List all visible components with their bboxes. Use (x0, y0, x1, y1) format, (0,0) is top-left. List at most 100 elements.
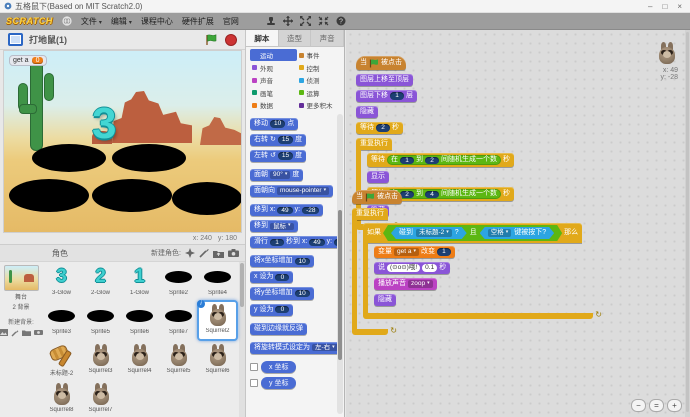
sprite-item-2glow[interactable]: 22-Glow (81, 262, 120, 301)
block-set-x[interactable]: x 设为0 (250, 271, 293, 283)
block-point-direction[interactable]: 面朝90°度 (250, 169, 303, 181)
watcher-checkbox[interactable] (250, 363, 258, 371)
category-pen[interactable]: 画笔 (250, 87, 297, 99)
category-more-blocks[interactable]: 更多积木 (297, 99, 344, 111)
block-turn-right[interactable]: 右转↻15度 (250, 134, 306, 146)
sprite-item-squirrel[interactable]: Squirrel3 (81, 340, 120, 379)
grow-sprite-icon[interactable] (300, 16, 311, 26)
block-hide[interactable]: 隐藏 (374, 294, 396, 306)
stage-canvas[interactable]: 3 get a 0 (3, 50, 242, 233)
sprite-item-squirrel[interactable]: Squirrel8 (42, 379, 81, 417)
block-glide[interactable]: 滑行1秒到 x:49y:-28 (250, 236, 338, 248)
rotation-style-dropdown[interactable]: 左-右 (312, 344, 338, 351)
block-and-operator[interactable]: 碰到 未标题-2 ? 且 空格 键被按下? (383, 225, 562, 241)
block-hide[interactable]: 隐藏 (356, 106, 378, 118)
block-wait-random[interactable]: 等待 在 1 到 2 间随机生成一个数 秒 (367, 153, 514, 167)
block-key-pressed[interactable]: 空格 键被按下? (480, 227, 554, 239)
stage-selector[interactable]: 舞台 2 背景 新建背景: (0, 262, 42, 417)
sound-dropdown[interactable]: zoop (408, 280, 433, 287)
upload-folder-icon[interactable] (213, 249, 224, 258)
sprite-item-hole[interactable]: Sprite6 (120, 301, 159, 340)
sprite-library-icon[interactable] (185, 248, 195, 258)
stop-button[interactable] (225, 34, 237, 46)
target-dropdown[interactable]: mouse-pointer (277, 187, 329, 194)
category-looks[interactable]: 外观 (250, 62, 297, 74)
block-touching-sprite[interactable]: 碰到 未标题-2 ? (391, 227, 467, 239)
camera-icon[interactable] (228, 249, 239, 257)
category-data[interactable]: 数据 (250, 99, 297, 111)
script-2[interactable]: 当 被点击 重复执行 如果 碰到 未标题-2 ? (352, 190, 593, 339)
key-dropdown[interactable]: 空格 (488, 229, 512, 236)
block-wait-seconds[interactable]: 等待2秒 (356, 122, 403, 134)
block-rotation-style[interactable]: 将旋转模式设定为左-右 (250, 342, 338, 354)
block-forever[interactable]: 重复执行 如果 碰到 未标题-2 ? 且 (352, 208, 593, 335)
category-motion[interactable]: 运动 (250, 49, 297, 61)
block-goto-sprite[interactable]: 移到鼠标 (250, 220, 298, 232)
sprite-item-hole[interactable]: Sprite3 (42, 301, 81, 340)
menu-edit[interactable]: 编辑 (111, 16, 132, 27)
close-button[interactable]: × (677, 0, 682, 13)
paint-brush-icon[interactable] (199, 248, 209, 258)
touching-target-dropdown[interactable]: 未标题-2 (416, 229, 452, 236)
sprite-item-3glow[interactable]: 33-Glow (42, 262, 81, 301)
block-if-then[interactable]: 如果 碰到 未标题-2 ? 且 空格 键被按下? (363, 223, 593, 322)
sprite-item-squirrel-selected[interactable]: Squirrel2 (197, 300, 238, 341)
stage-thumbnail[interactable] (4, 265, 39, 291)
sprite-item-squirrel[interactable]: Squirrel5 (159, 340, 198, 379)
palette-scrollbar[interactable] (337, 114, 343, 414)
sprite-item-squirrel[interactable]: Squirrel4 (120, 340, 159, 379)
mole-hole-sprite[interactable] (9, 179, 89, 212)
block-go-to-front[interactable]: 图层上移至顶层 (356, 74, 413, 86)
block-move-steps[interactable]: 移动10点 (250, 118, 298, 130)
menu-hardware-extension[interactable]: 硬件扩展 (182, 16, 214, 27)
mole-hole-sprite[interactable] (112, 144, 186, 172)
menu-official-site[interactable]: 官网 (223, 16, 239, 27)
block-goto-xy[interactable]: 移到 x:49y:-28 (250, 204, 323, 216)
fullscreen-icon[interactable] (8, 33, 23, 46)
watcher-checkbox[interactable] (250, 379, 258, 387)
language-globe-icon[interactable] (62, 16, 72, 26)
block-pick-random[interactable]: 在 1 到 2 间随机生成一个数 (387, 155, 501, 165)
block-turn-left[interactable]: 左转↺15度 (250, 150, 306, 162)
scripts-area[interactable]: x: 49 y: -28 当 被点击 图层上移至顶层 图层下移1层 隐藏 等待2… (346, 30, 690, 417)
block-play-sound[interactable]: 播放声音 zoop (374, 278, 437, 290)
sprite-item-hammer[interactable]: 未标题-2 (42, 340, 81, 379)
sprite-item-hole[interactable]: Sprite4 (198, 262, 237, 301)
block-go-back-layers[interactable]: 图层下移1层 (356, 90, 417, 102)
zoom-out-button[interactable]: − (631, 399, 646, 412)
variable-watcher[interactable]: get a 0 (9, 55, 47, 66)
block-when-flag-clicked[interactable]: 当 被点击 (352, 190, 402, 204)
zoom-in-button[interactable]: + (667, 399, 682, 412)
category-operators[interactable]: 运算 (297, 87, 344, 99)
tab-costumes[interactable]: 造型 (279, 30, 312, 46)
block-bounce-on-edge[interactable]: 碰到边缘就反弹 (250, 323, 307, 335)
paint-brush-icon[interactable] (11, 329, 19, 337)
mole-hole-sprite[interactable] (172, 182, 242, 215)
direction-dropdown[interactable]: 90° (270, 171, 290, 178)
sprite-item-hole[interactable]: Sprite7 (159, 301, 198, 340)
block-change-variable[interactable]: 变量 get a 改变 1 (374, 246, 455, 258)
scripts-scrollbar[interactable] (685, 30, 690, 417)
countdown-sprite[interactable]: 3 (92, 99, 116, 149)
block-change-y[interactable]: 将y坐标增加10 (250, 287, 314, 299)
block-point-towards[interactable]: 面朝向mouse-pointer (250, 185, 333, 197)
backdrop-library-icon[interactable] (0, 329, 8, 336)
category-events[interactable]: 事件 (297, 49, 344, 61)
tab-scripts[interactable]: 脚本 (246, 30, 279, 46)
block-say-for-seconds[interactable]: 说 (⊙o⊙)哦! 0.1 秒 (374, 262, 450, 274)
minimize-button[interactable]: – (648, 0, 652, 13)
category-control[interactable]: 控制 (297, 62, 344, 74)
menu-file[interactable]: 文件 (81, 16, 102, 27)
zoom-reset-button[interactable]: = (649, 399, 664, 412)
upload-folder-icon[interactable] (22, 329, 31, 336)
green-flag-button[interactable] (205, 34, 218, 46)
menu-course-center[interactable]: 课程中心 (141, 16, 173, 27)
mole-hole-sprite[interactable] (92, 179, 172, 212)
category-sensing[interactable]: 侦测 (297, 74, 344, 86)
block-set-y[interactable]: y 设为0 (250, 304, 293, 316)
block-show[interactable]: 显示 (367, 171, 389, 183)
duplicate-stamp-icon[interactable] (266, 16, 276, 26)
block-help-icon[interactable]: ? (336, 16, 346, 26)
maximize-button[interactable]: □ (662, 0, 667, 13)
block-when-flag-clicked[interactable]: 当 被点击 (356, 56, 406, 70)
